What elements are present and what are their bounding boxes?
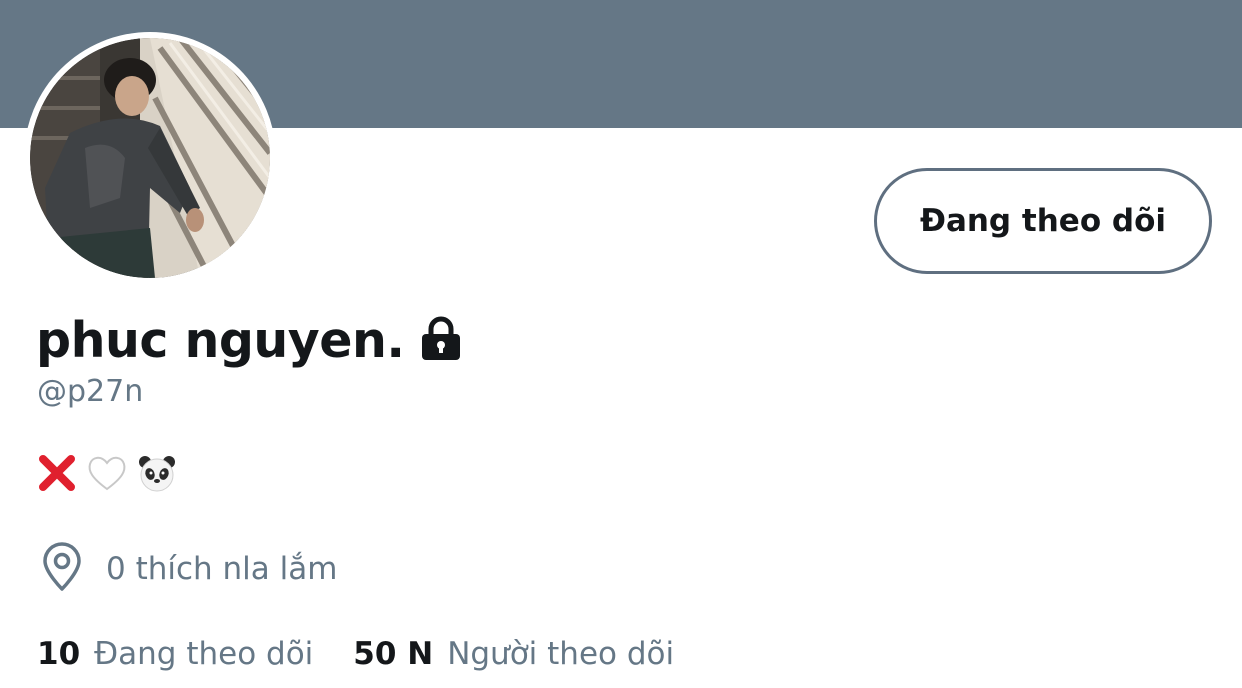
followers-count: 50 N <box>353 636 434 672</box>
white-heart-icon <box>86 452 128 499</box>
profile-name-row: phuc nguyen. <box>36 308 464 372</box>
followers-label: Người theo dõi <box>447 636 675 672</box>
profile-location: 0 thích nla lắm <box>40 541 338 597</box>
bio <box>36 452 178 498</box>
avatar-photo <box>30 38 270 278</box>
following-label: Đang theo dõi <box>94 636 314 672</box>
lock-icon <box>418 315 464 366</box>
location-text: 0 thích nla lắm <box>106 551 338 587</box>
username-handle: @p27n <box>37 374 144 409</box>
profile-stats: 10 Đang theo dõi 50 N Người theo dõi <box>37 630 674 678</box>
followers-stat[interactable]: 50 N Người theo dõi <box>353 636 674 672</box>
cross-mark-icon <box>36 452 78 499</box>
location-pin-icon <box>40 541 84 597</box>
following-stat[interactable]: 10 Đang theo dõi <box>37 636 313 672</box>
profile-page: Đang theo dõi phuc nguyen. @p27n 0 thích… <box>0 0 1242 688</box>
panda-face-icon <box>136 452 178 499</box>
following-button[interactable]: Đang theo dõi <box>874 168 1212 274</box>
following-button-label: Đang theo dõi <box>919 203 1167 239</box>
following-count: 10 <box>37 636 81 672</box>
display-name: phuc nguyen. <box>36 311 405 369</box>
avatar[interactable] <box>24 32 276 284</box>
